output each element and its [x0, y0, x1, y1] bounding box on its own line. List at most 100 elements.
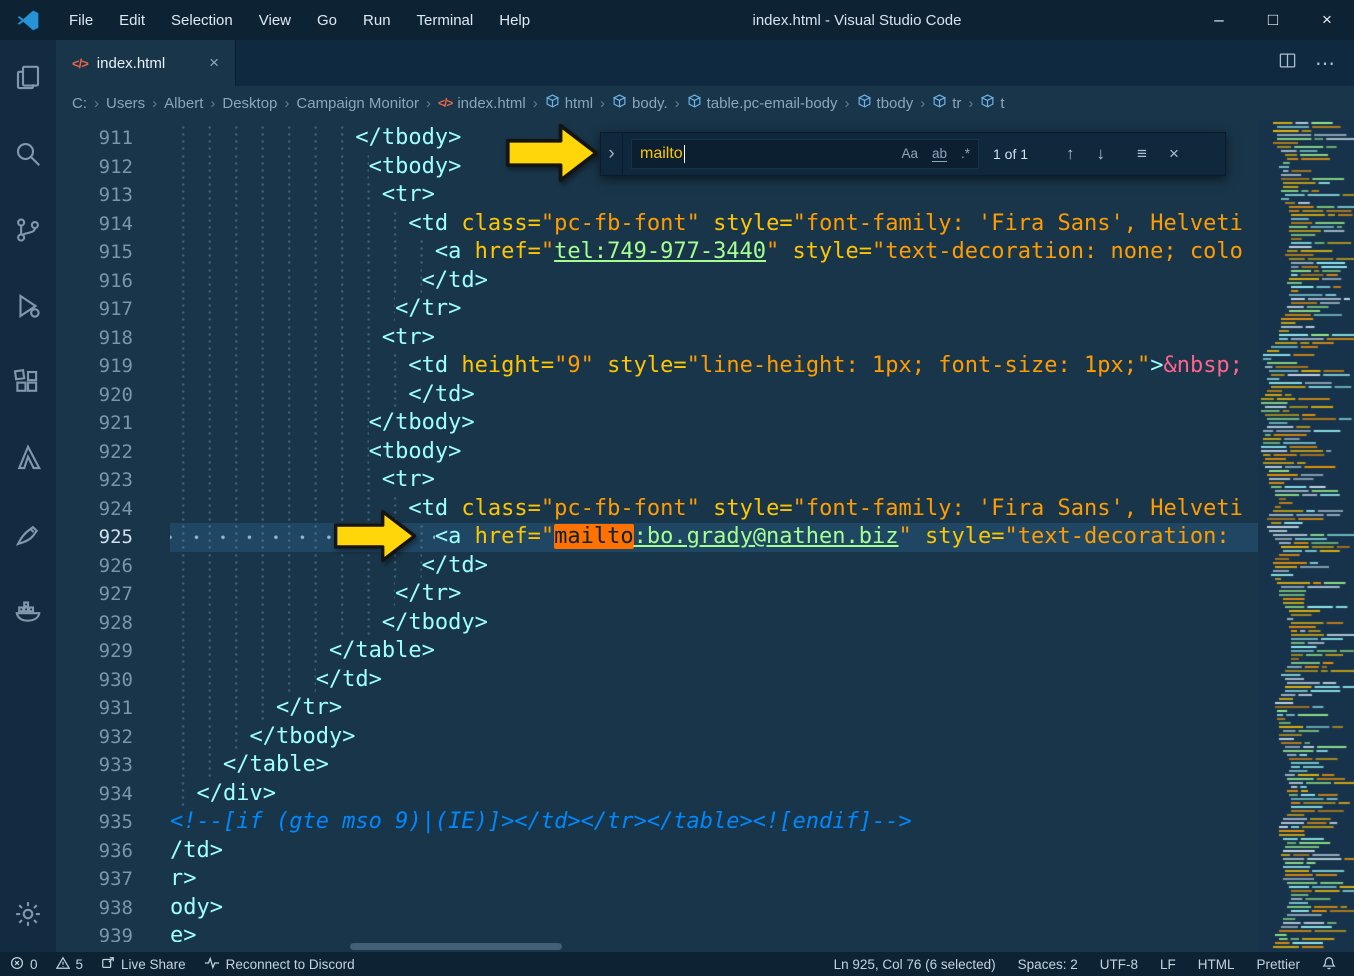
- status-item-warning[interactable]: 5: [55, 956, 83, 973]
- code-line-939[interactable]: 939 </table>: [56, 922, 1258, 942]
- token-link: tel:749-977-3440: [554, 239, 767, 264]
- code-line-928[interactable]: 928 </tbody>: [56, 608, 1258, 637]
- code-line-922[interactable]: 922 <tbody>: [56, 437, 1258, 466]
- settings-gear-icon[interactable]: [0, 876, 56, 952]
- match-case-icon[interactable]: Aa: [901, 146, 918, 162]
- breadcrumb-item[interactable]: Users: [106, 95, 145, 112]
- code-line-916[interactable]: 916 </td>: [56, 266, 1258, 295]
- code-line-914[interactable]: 914 <td class="pc-fb-font" style="font-fa…: [56, 209, 1258, 238]
- code-line-921[interactable]: 921 </tbody>: [56, 409, 1258, 438]
- toggle-replace-icon[interactable]: ›: [601, 133, 623, 175]
- code-content: </tr>: [170, 694, 1258, 723]
- minimize-button[interactable]: –: [1192, 0, 1246, 40]
- status-item-bell[interactable]: [1322, 956, 1336, 973]
- code-line-913[interactable]: 913 <tr>: [56, 181, 1258, 210]
- status-item[interactable]: Spaces: 2: [1018, 957, 1078, 972]
- menu-go[interactable]: Go: [304, 0, 350, 40]
- window-title: index.html - Visual Studio Code: [752, 11, 962, 29]
- docker-icon[interactable]: [0, 572, 56, 648]
- code-line-936[interactable]: 936 </td>: [56, 837, 1258, 866]
- token-str: "text-decoration:: [1004, 524, 1230, 549]
- code-line-937[interactable]: 937 </tr>: [56, 865, 1258, 894]
- find-input[interactable]: mailto Aa ab .*: [631, 139, 979, 169]
- status-item[interactable]: HTML: [1198, 957, 1235, 972]
- code-line-933[interactable]: 933 </table>: [56, 751, 1258, 780]
- code-line-930[interactable]: 930 </td>: [56, 665, 1258, 694]
- breadcrumb-separator: ›: [600, 94, 606, 112]
- close-find-icon[interactable]: ×: [1169, 144, 1179, 164]
- split-editor-icon[interactable]: [1278, 51, 1297, 75]
- menu-run[interactable]: Run: [350, 0, 404, 40]
- symbol-cube-icon: [612, 93, 627, 113]
- code-line-929[interactable]: 929 </table>: [56, 637, 1258, 666]
- tab-close-icon[interactable]: ×: [205, 53, 223, 73]
- menu-selection[interactable]: Selection: [158, 0, 246, 40]
- breadcrumb-item[interactable]: Albert: [164, 95, 203, 112]
- explorer-icon[interactable]: [0, 40, 56, 116]
- breadcrumb-item[interactable]: Desktop: [222, 95, 277, 112]
- horizontal-scrollbar[interactable]: [350, 943, 562, 950]
- minimap[interactable]: [1258, 120, 1354, 952]
- code-line-925[interactable]: 925 <a href="mailto:bo.grady@nathen.biz" …: [56, 523, 1258, 552]
- code-line-934[interactable]: 934 </div>: [56, 779, 1258, 808]
- code-line-915[interactable]: 915 <a href="tel:749-977-3440" style="tex…: [56, 238, 1258, 267]
- tab-index-html[interactable]: </> index.html ×: [56, 40, 236, 86]
- code-line-932[interactable]: 932 </tbody>: [56, 722, 1258, 751]
- code-line-935[interactable]: 935 <!--[if (gte mso 9)|(IE)]></td></tr><…: [56, 808, 1258, 837]
- token-tag: <tbody>: [368, 438, 462, 464]
- live-share-icon[interactable]: [0, 496, 56, 572]
- status-item[interactable]: Ln 925, Col 76 (6 selected): [834, 957, 996, 972]
- code-line-919[interactable]: 919 <td height="9" style="line-height: 1p…: [56, 352, 1258, 381]
- editor[interactable]: 911 </tbody> 912 <tbody> 913 <tr> 914 <td class…: [56, 120, 1354, 952]
- maximize-button[interactable]: □: [1246, 0, 1300, 40]
- token-tag: </tr>: [395, 581, 462, 606]
- status-item[interactable]: UTF-8: [1100, 957, 1138, 972]
- close-button[interactable]: ×: [1300, 0, 1354, 40]
- code-line-931[interactable]: 931 </tr>: [56, 694, 1258, 723]
- code-line-923[interactable]: 923 <tr>: [56, 466, 1258, 495]
- breadcrumb-label: html: [564, 94, 594, 112]
- status-item-live-share[interactable]: Live Share: [101, 956, 186, 973]
- status-item[interactable]: LF: [1160, 957, 1176, 972]
- token-str: ": [898, 524, 912, 549]
- source-control-icon[interactable]: [0, 192, 56, 268]
- breadcrumb-item[interactable]: html: [545, 93, 594, 113]
- status-item-error[interactable]: 0: [10, 956, 38, 973]
- breadcrumb-item[interactable]: tr: [932, 93, 961, 113]
- indent-guides: [170, 580, 396, 609]
- status-item-pulse[interactable]: Reconnect to Discord: [204, 956, 355, 973]
- breadcrumb-item[interactable]: body.: [612, 93, 668, 113]
- menu-help[interactable]: Help: [486, 0, 543, 40]
- breadcrumb-item[interactable]: t: [980, 93, 1005, 113]
- run-debug-icon[interactable]: [0, 268, 56, 344]
- regex-icon[interactable]: .*: [961, 146, 970, 162]
- status-label: Live Share: [121, 956, 186, 972]
- status-item[interactable]: Prettier: [1256, 957, 1300, 972]
- menu-view[interactable]: View: [246, 0, 304, 40]
- azure-icon[interactable]: [0, 420, 56, 496]
- extensions-icon[interactable]: [0, 344, 56, 420]
- code-line-926[interactable]: 926 </td>: [56, 551, 1258, 580]
- menu-terminal[interactable]: Terminal: [404, 0, 487, 40]
- code-line-917[interactable]: 917 </tr>: [56, 295, 1258, 324]
- breadcrumb-item[interactable]: Campaign Monitor: [296, 95, 419, 112]
- code-line-920[interactable]: 920 </td>: [56, 380, 1258, 409]
- next-match-icon[interactable]: ↓: [1097, 144, 1106, 164]
- code-line-924[interactable]: 924 <td class="pc-fb-font" style="font-fa…: [56, 494, 1258, 523]
- search-icon[interactable]: [0, 116, 56, 192]
- whole-word-icon[interactable]: ab: [931, 146, 947, 162]
- breadcrumb-item[interactable]: C:: [72, 95, 87, 112]
- token-str: ": [540, 239, 555, 264]
- code-line-927[interactable]: 927 </tr>: [56, 580, 1258, 609]
- breadcrumb-item[interactable]: table.pc-email-body: [687, 93, 838, 113]
- menu-edit[interactable]: Edit: [106, 0, 158, 40]
- find-in-selection-icon[interactable]: ≡: [1137, 144, 1147, 164]
- more-actions-icon[interactable]: ⋯: [1315, 51, 1336, 76]
- menu-file[interactable]: File: [56, 0, 106, 40]
- breadcrumb-item[interactable]: tbody: [857, 93, 913, 113]
- code-line-918[interactable]: 918 <tr>: [56, 323, 1258, 352]
- code-line-938[interactable]: 938 </tbody>: [56, 894, 1258, 923]
- previous-match-icon[interactable]: ↑: [1066, 144, 1075, 164]
- indent-guides: [170, 779, 197, 808]
- breadcrumb-item[interactable]: </> index.html: [438, 95, 526, 112]
